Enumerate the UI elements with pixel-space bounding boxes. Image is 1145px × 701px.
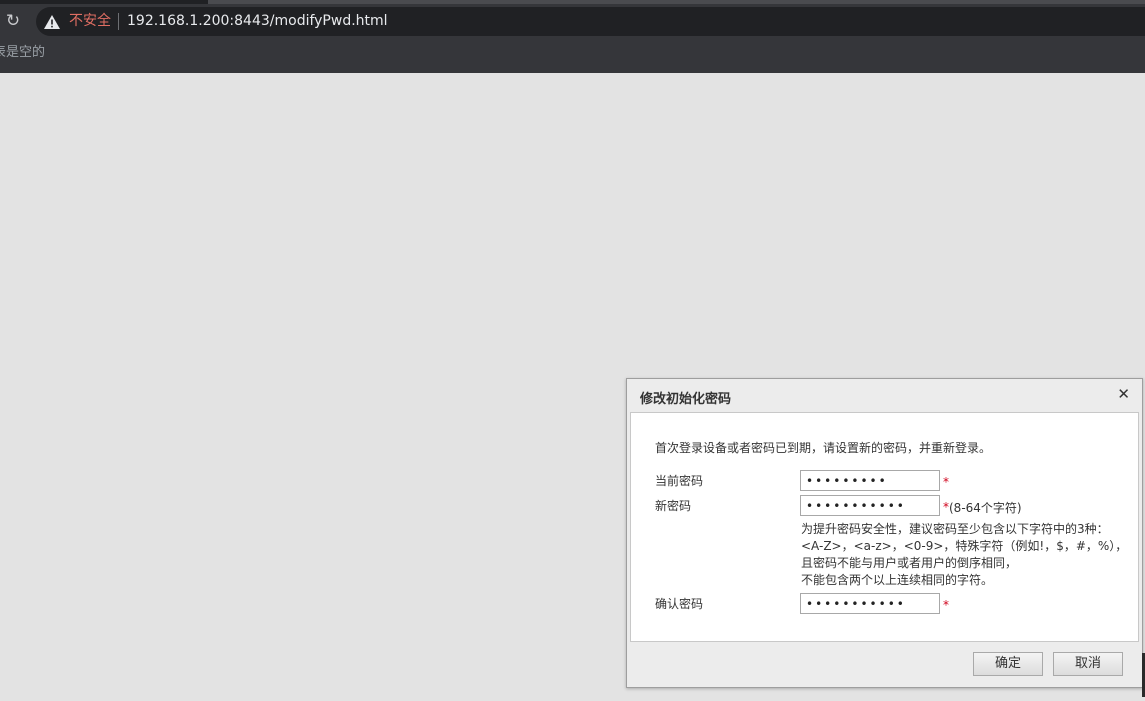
- close-icon[interactable]: ✕: [1117, 386, 1130, 403]
- dialog-info-text: 首次登录设备或者密码已到期，请设置新的密码，并重新登录。: [655, 441, 992, 455]
- confirm-password-input[interactable]: [800, 593, 940, 614]
- address-separator: [118, 13, 119, 30]
- url-text[interactable]: 192.168.1.200:8443/modifyPwd.html: [127, 12, 388, 31]
- new-password-label: 新密码: [655, 499, 692, 513]
- new-password-input[interactable]: [800, 495, 940, 516]
- reload-icon[interactable]: ↻: [3, 11, 23, 31]
- warning-triangle-icon[interactable]: [44, 15, 60, 29]
- bookmarks-bar: 表是空的: [0, 44, 45, 62]
- current-password-input[interactable]: [800, 470, 940, 491]
- dialog-title: 修改初始化密码: [640, 392, 732, 407]
- active-tab-edge: [208, 0, 1145, 4]
- hint-line: <A-Z>，<a-z>，<0-9>，特殊字符（例如!，$，#，%），: [801, 539, 1128, 553]
- insecure-label[interactable]: 不安全: [69, 12, 111, 31]
- hint-line: 为提升密码安全性，建议密码至少包含以下字符中的3种：: [801, 522, 1109, 536]
- browser-toolbar: ↻ 不安全 192.168.1.200:8443/modifyPwd.html …: [0, 0, 1145, 73]
- address-bar[interactable]: 不安全 192.168.1.200:8443/modifyPwd.html: [36, 7, 1145, 36]
- hint-line: 不能包含两个以上连续相同的字符。: [801, 573, 994, 587]
- current-password-label: 当前密码: [655, 474, 704, 488]
- modify-password-dialog: 修改初始化密码 ✕ 首次登录设备或者密码已到期，请设置新的密码，并重新登录。 当…: [626, 378, 1143, 688]
- required-mark: *: [943, 475, 949, 489]
- password-rules-hint: 为提升密码安全性，建议密码至少包含以下字符中的3种： <A-Z>，<a-z>，<…: [801, 521, 1131, 589]
- password-length-hint: (8-64个字符): [949, 501, 1022, 515]
- bookmarks-empty-text: 表是空的: [0, 45, 46, 60]
- required-mark: *: [943, 598, 949, 612]
- cancel-button[interactable]: 取消: [1053, 652, 1123, 676]
- dialog-body: 首次登录设备或者密码已到期，请设置新的密码，并重新登录。 当前密码 * 新密码 …: [630, 412, 1139, 642]
- hint-line: 且密码不能与用户或者用户的倒序相同，: [801, 556, 1018, 570]
- ok-button[interactable]: 确定: [973, 652, 1043, 676]
- confirm-password-label: 确认密码: [655, 597, 704, 611]
